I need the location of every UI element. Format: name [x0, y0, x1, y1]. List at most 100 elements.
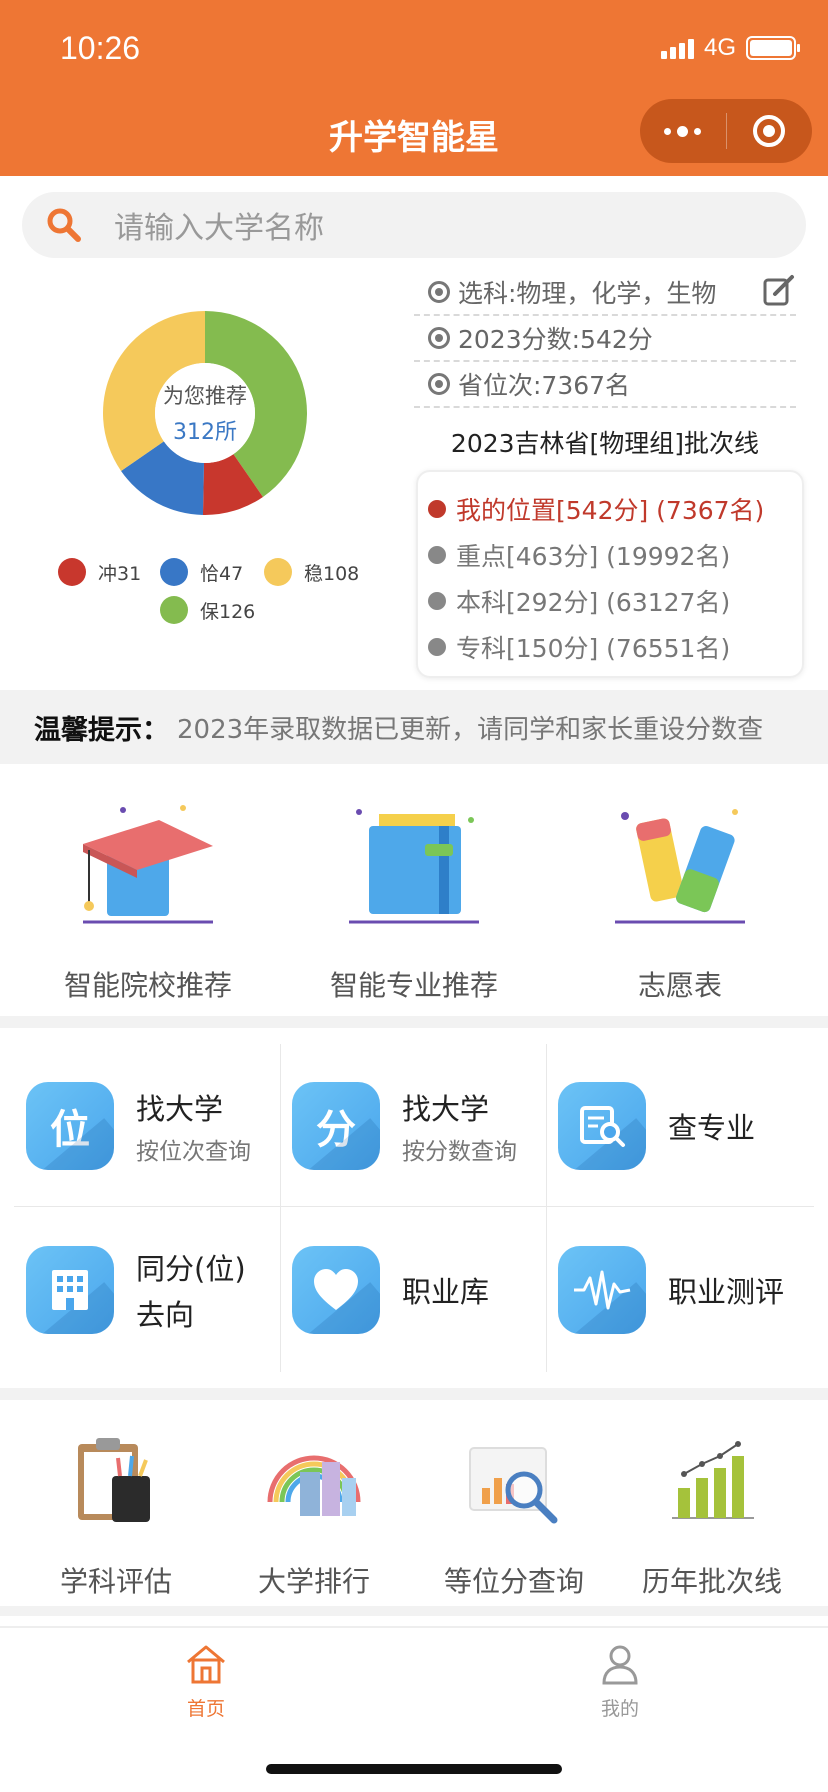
notice-bar: 温馨提示： 2023年录取数据已更新，请同学和家长重设分数查 — [0, 690, 828, 764]
legend-dot — [160, 558, 188, 586]
tool-university-ranking[interactable]: 大学排行 — [214, 1432, 414, 1600]
search-bar[interactable]: 请输入大学名称 — [22, 192, 806, 258]
legend-dot — [58, 558, 86, 586]
search-document-icon — [558, 1082, 646, 1170]
career-assessment[interactable]: 职业测评 — [532, 1208, 798, 1372]
grid-main-label: 同分(位) — [136, 1252, 246, 1286]
batch-line-title: 2023吉林省[物理组]批次线 — [450, 429, 760, 458]
wave-icon — [558, 1246, 646, 1334]
batch-line-key: 重点[463分] (19992名) — [418, 532, 802, 578]
legend-label: 恰47 — [200, 562, 244, 585]
legend-item-bao: 保126 — [160, 596, 255, 624]
donut-center-value: 312所 — [173, 420, 237, 445]
batch-line-mine: 我的位置[542分] (7367名) — [418, 486, 802, 532]
position-icon: 位 — [26, 1082, 114, 1170]
info-subjects: 选科:物理，化学，生物 — [414, 270, 796, 316]
feature-college-recommend[interactable]: 智能院校推荐 — [23, 790, 273, 1004]
tool-equivalent-score[interactable]: 等位分查询 — [414, 1432, 614, 1600]
grid-main-label: 找大学 — [136, 1092, 224, 1126]
legend-label: 冲31 — [98, 562, 142, 585]
section-divider — [0, 1606, 828, 1616]
search-major[interactable]: 查专业 — [532, 1044, 798, 1208]
home-icon — [187, 1645, 225, 1684]
grid-main-label: 职业库 — [402, 1275, 490, 1309]
legend-dot — [160, 596, 188, 624]
tool-label: 学科评估 — [59, 1565, 172, 1598]
tool-subject-evaluation[interactable]: 学科评估 — [16, 1432, 216, 1600]
find-university-by-rank[interactable]: 位 找大学按位次查询 — [0, 1044, 266, 1208]
feature-volunteer-table[interactable]: 志愿表 — [555, 790, 805, 1004]
legend-dot — [264, 558, 292, 586]
batch-line-text: 本科[292分] (63127名) — [456, 588, 731, 617]
grid-main-label: 找大学 — [402, 1092, 490, 1126]
find-university-by-score[interactable]: 分 找大学按分数查询 — [266, 1044, 532, 1208]
battery-icon — [746, 36, 800, 60]
grid-main-label-line2: 去向 — [136, 1298, 195, 1332]
building-icon — [26, 1246, 114, 1334]
legend-label: 保126 — [200, 600, 256, 623]
feature-major-recommend[interactable]: 智能专业推荐 — [289, 790, 539, 1004]
info-score: 2023分数:542分 — [414, 316, 796, 362]
home-indicator — [266, 1764, 562, 1774]
bar-chart-icon — [672, 1441, 754, 1519]
batch-line-text: 重点[463分] (19992名) — [456, 542, 731, 571]
radio-bullet-icon — [428, 373, 450, 395]
batch-line-undergrad: 本科[292分] (63127名) — [418, 578, 802, 624]
radio-bullet-icon — [428, 281, 450, 303]
search-input[interactable]: 请输入大学名称 — [114, 203, 324, 247]
grid-main-label: 职业测评 — [668, 1275, 785, 1309]
batch-line-text: 专科[150分] (76551名) — [456, 634, 731, 663]
heart-icon — [292, 1246, 380, 1334]
tab-home[interactable]: 首页 — [146, 1642, 266, 1721]
info-rank-text: 省位次:7367名 — [458, 371, 631, 400]
mini-program-capsule — [640, 99, 812, 163]
legend-label: 稳108 — [304, 562, 360, 585]
target-icon — [753, 115, 786, 147]
score-icon: 分 — [292, 1082, 380, 1170]
graduation-cap-icon — [83, 805, 213, 924]
batch-line-text: 我的位置[542分] (7367名) — [456, 496, 765, 525]
section-divider — [0, 1016, 828, 1028]
section-divider — [0, 1388, 828, 1400]
tab-home-label: 首页 — [186, 1698, 225, 1720]
batch-line-college: 专科[150分] (76551名) — [418, 624, 802, 670]
legend-item-wen: 稳108 — [264, 558, 359, 586]
grid-sub-label: 按位次查询 — [136, 1139, 251, 1165]
recommend-donut[interactable]: 为您推荐 312所 — [100, 308, 310, 518]
notice-text: 2023年录取数据已更新，请同学和家长重设分数查 — [177, 714, 764, 745]
legend-item-chong: 冲31 — [58, 558, 141, 586]
network-type: 4G — [703, 34, 736, 61]
status-time: 10:26 — [60, 30, 141, 66]
top-bar: 10:26 4G 升学智能星 — [0, 0, 828, 176]
feature-label: 智能院校推荐 — [63, 969, 232, 1002]
signal-icon — [660, 37, 694, 59]
info-subjects-text: 选科:物理，化学，生物 — [458, 279, 717, 308]
feature-label: 智能专业推荐 — [329, 969, 498, 1002]
career-library[interactable]: 职业库 — [266, 1208, 532, 1372]
tool-historical-batch-lines[interactable]: 历年批次线 — [612, 1432, 812, 1600]
book-icon — [349, 809, 479, 924]
clipboard-icon — [78, 1438, 150, 1522]
donut-center-label: 为您推荐 — [163, 384, 247, 408]
pencils-icon — [615, 809, 745, 924]
grid-main-label: 查专业 — [668, 1111, 756, 1145]
info-score-text: 2023分数:542分 — [458, 325, 653, 354]
user-icon — [602, 1645, 638, 1685]
notice-label: 温馨提示： — [34, 714, 169, 746]
more-button[interactable] — [640, 99, 726, 163]
legend-item-qia: 恰47 — [160, 558, 243, 586]
grid-sub-label: 按分数查询 — [402, 1139, 517, 1165]
rainbow-buildings-icon — [267, 1455, 361, 1516]
donut-center: 为您推荐 312所 — [100, 308, 310, 518]
radio-bullet-icon — [428, 327, 450, 349]
same-score-destination[interactable]: 同分(位) 去向 — [0, 1208, 266, 1372]
status-indicators: 4G — [660, 34, 800, 62]
batch-line-card: 我的位置[542分] (7367名) 重点[463分] (19992名) 本科[… — [416, 470, 804, 678]
info-rank: 省位次:7367名 — [414, 362, 796, 408]
tab-mine[interactable]: 我的 — [560, 1642, 680, 1721]
tool-label: 等位分查询 — [443, 1565, 584, 1598]
close-program-button[interactable] — [727, 99, 813, 163]
tab-mine-label: 我的 — [600, 1698, 639, 1720]
chart-magnifier-icon — [469, 1447, 558, 1524]
edit-icon[interactable] — [762, 274, 796, 308]
